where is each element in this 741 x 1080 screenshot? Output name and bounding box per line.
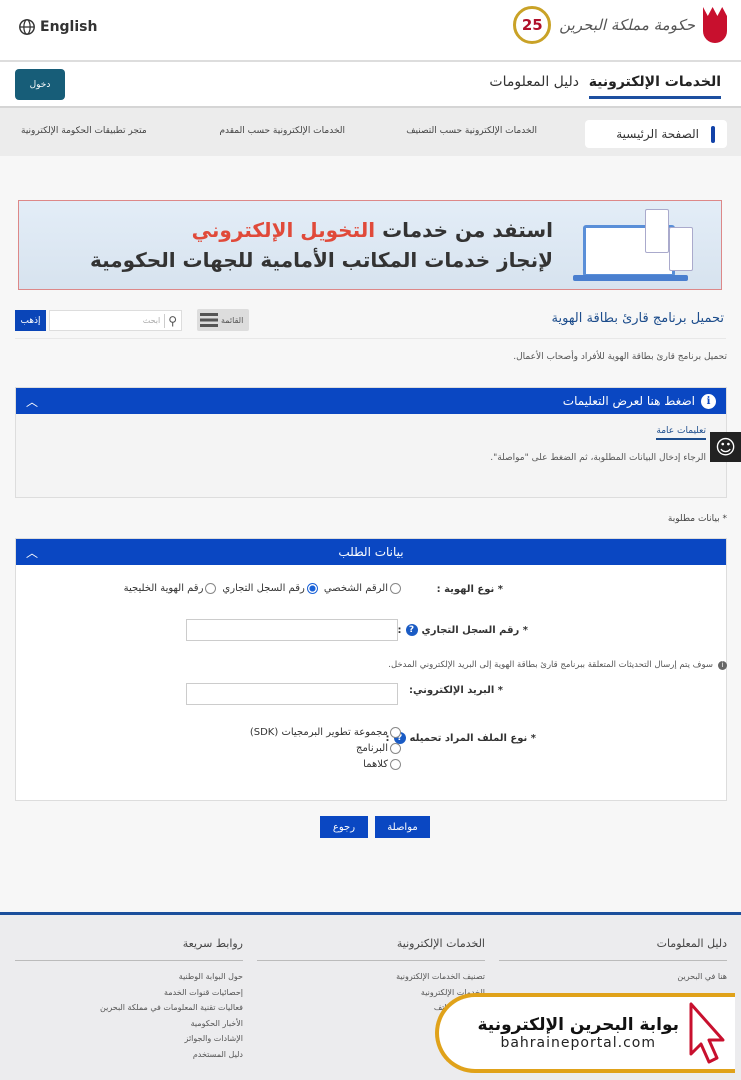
cr-number-input[interactable] <box>186 619 398 641</box>
active-indicator <box>711 125 715 143</box>
footer-link[interactable]: تصنيف الخدمات الإلكترونية <box>257 969 485 985</box>
footer-link[interactable]: حول البوابة الوطنية <box>15 969 243 985</box>
anniversary-badge: 25 <box>513 6 552 44</box>
footer-link[interactable]: الخدمات الإلكترونية <box>257 985 485 1001</box>
footer-heading: دليل المعلومات <box>499 915 727 961</box>
watermark-url: bahraineportal.com <box>500 1035 657 1051</box>
help-icon[interactable]: ? <box>405 624 418 636</box>
tab-general-instructions[interactable]: تعليمات عامة <box>656 426 706 440</box>
form-header[interactable]: ︿ بيانات الطلب <box>16 539 726 565</box>
hamburger-icon <box>200 313 218 327</box>
top-bar: English 25 حكومة مملكة البحرين <box>0 0 741 62</box>
back-button[interactable]: رجوع <box>320 816 368 838</box>
instructions-panel: ︿ اضغط هنا لعرض التعليمات i تعليمات عامة… <box>15 387 727 498</box>
subnav-by-category[interactable]: الخدمات الإلكترونية حسب التصنيف <box>406 126 537 136</box>
government-logo[interactable]: 25 حكومة مملكة البحرين <box>513 6 727 44</box>
search-input[interactable]: ابحث ⚲ <box>49 310 182 331</box>
divider <box>15 338 726 339</box>
cursor-arrow-icon <box>689 1002 725 1064</box>
banner-text: استفد من خدمات التخويل الإلكتروني لإنجاز… <box>90 215 553 275</box>
page-title: تحميل برنامج قارئ بطاقة الهوية <box>551 311 724 326</box>
email-label: * البريد الإلكتروني: <box>408 685 503 696</box>
language-label: English <box>40 19 98 35</box>
footer-heading: الخدمات الإلكترونية <box>257 915 485 961</box>
file-type-label: * نوع الملف المراد تحميله?: <box>385 732 536 744</box>
language-switch[interactable]: English <box>18 18 97 36</box>
radio-gcc-id[interactable]: رقم الهوية الخليجية <box>124 583 217 594</box>
instructions-text: الرجاء إدخال البيانات المطلوبة، ثم الضغط… <box>490 453 706 463</box>
logo-text: حكومة مملكة البحرين <box>559 16 695 34</box>
globe-icon <box>19 19 35 35</box>
login-button[interactable]: دخول <box>15 69 65 100</box>
bahrain-crest-icon <box>703 7 727 43</box>
feedback-smiley-icon[interactable]: ☺ <box>710 432 741 462</box>
subnav-app-store[interactable]: متجر تطبيقات الحكومة الإلكترونية <box>21 126 147 136</box>
banner-highlight: التخويل الإلكتروني <box>191 218 376 242</box>
promo-banner[interactable]: استفد من خدمات التخويل الإلكتروني لإنجاز… <box>18 200 722 290</box>
laptop-illustration-icon <box>573 207 703 283</box>
footer-link[interactable]: دليل المستخدم <box>15 1047 243 1063</box>
subnav-by-provider[interactable]: الخدمات الإلكترونية حسب المقدم <box>219 126 345 136</box>
required-note: * بيانات مطلوبة <box>667 514 727 524</box>
tab-info-guide[interactable]: دليل المعلومات <box>489 74 579 90</box>
instructions-toggle[interactable]: ︿ اضغط هنا لعرض التعليمات i <box>16 388 726 414</box>
footer-heading: روابط سريعة <box>15 915 243 961</box>
radio-sdk[interactable]: مجموعة تطوير البرمجيات (SDK) <box>250 727 401 738</box>
page-description: تحميل برنامج قارئ بطاقة الهوية للأفراد و… <box>513 352 727 362</box>
main-nav: دخول الخدمات الإلكترونية دليل المعلومات <box>0 62 741 108</box>
footer-col-info: دليل المعلومات هنا في البحرين <box>499 915 727 985</box>
email-input[interactable] <box>186 683 398 705</box>
chevron-up-icon[interactable]: ︿ <box>26 393 38 410</box>
sub-nav: الصفحة الرئيسية الخدمات الإلكترونية حسب … <box>0 108 741 156</box>
footer-col-quick-links: روابط سريعة حول البوابة الوطنية إحصائيات … <box>15 915 243 1062</box>
radio-program[interactable]: البرنامج <box>250 743 401 754</box>
menu-label: القائمة <box>221 315 244 325</box>
tab-eservices[interactable]: الخدمات الإلكترونية <box>588 74 721 99</box>
search-placeholder: ابحث <box>142 316 161 325</box>
footer-link[interactable]: الأخبار الحكومية <box>15 1016 243 1032</box>
footer-link[interactable]: هنا في البحرين <box>499 969 727 985</box>
radio-cr-number[interactable]: رقم السجل التجاري <box>222 583 318 594</box>
info-icon: i <box>701 393 716 409</box>
email-note: i سوف يتم إرسال التحديثات المتعلقة ببرنام… <box>388 660 727 670</box>
menu-button[interactable]: القائمة <box>197 309 249 331</box>
subnav-home[interactable]: الصفحة الرئيسية <box>585 120 727 148</box>
radio-personal-number[interactable]: الرقم الشخصي <box>324 583 401 594</box>
id-type-label: * نوع الهوية : <box>436 584 503 595</box>
instructions-header: اضغط هنا لعرض التعليمات <box>562 394 695 408</box>
radio-both[interactable]: كلاهما <box>250 759 401 770</box>
watermark-logo: بوابة البحرين الإلكترونية bahraineportal… <box>435 993 735 1073</box>
footer-link[interactable]: فعاليات تقنية المعلومات في مملكة البحرين <box>15 1000 243 1016</box>
go-button[interactable]: إذهب <box>15 310 46 331</box>
form-header-title: بيانات الطلب <box>338 545 404 559</box>
chevron-up-icon[interactable]: ︿ <box>26 544 38 561</box>
banner-line1: استفد من خدمات <box>375 218 553 242</box>
banner-line2: لإنجاز خدمات المكاتب الأمامية للجهات الح… <box>89 248 553 272</box>
cr-label: * رقم السجل التجاري?: <box>397 624 528 636</box>
watermark-arabic: بوابة البحرين الإلكترونية <box>477 1015 679 1035</box>
continue-button[interactable]: مواصلة <box>375 816 430 838</box>
footer-link[interactable]: الإشادات والجوائز <box>15 1031 243 1047</box>
search-icon: ⚲ <box>164 313 177 328</box>
info-icon: i <box>718 660 727 670</box>
footer-link[interactable]: إحصائيات قنوات الخدمة <box>15 985 243 1001</box>
subnav-home-label: الصفحة الرئيسية <box>616 127 699 141</box>
